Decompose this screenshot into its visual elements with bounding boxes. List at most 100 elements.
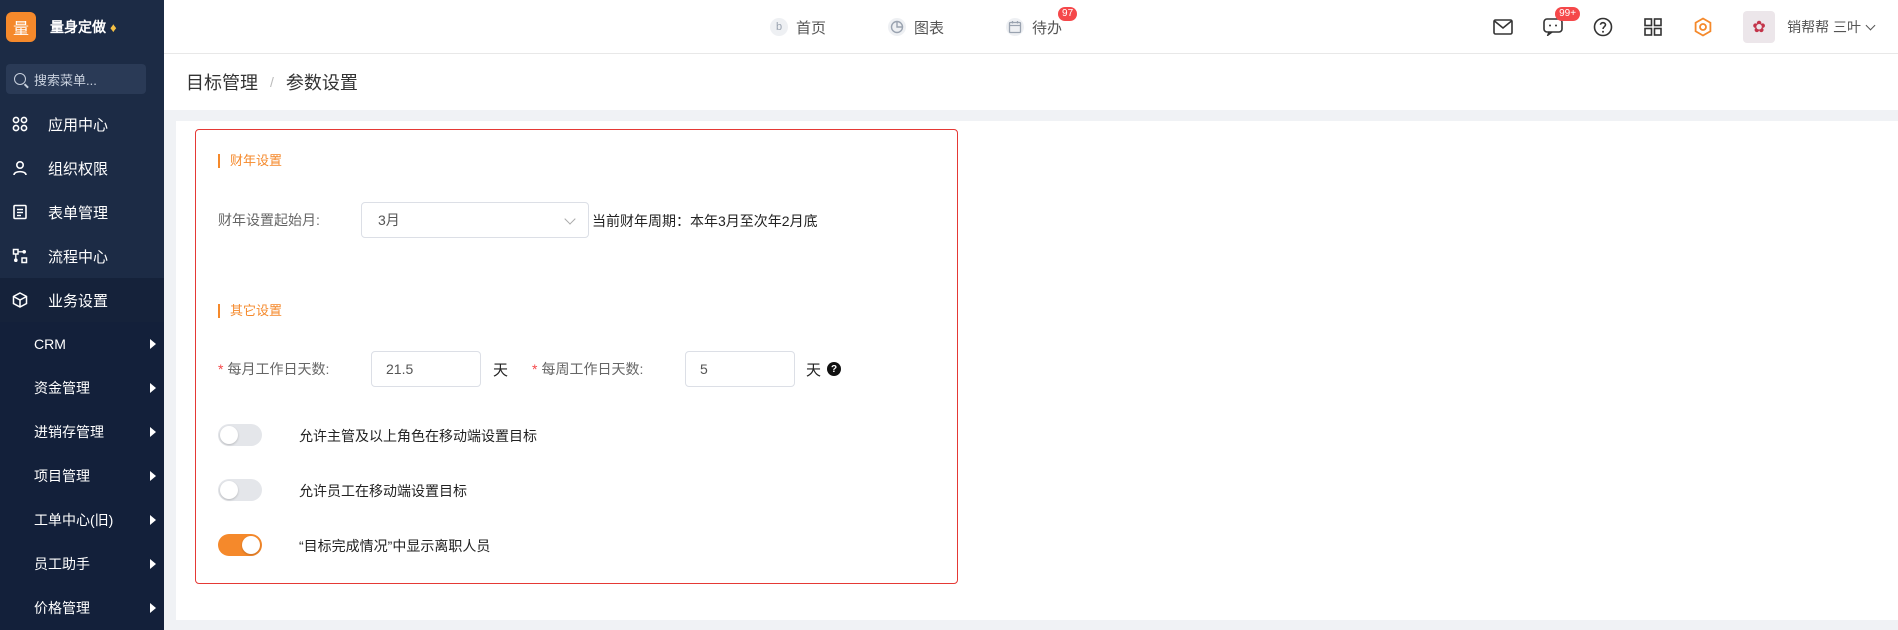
- todo-badge: 97: [1058, 6, 1078, 21]
- nav-home[interactable]: b 首页: [770, 17, 826, 38]
- message-badge: 99+: [1555, 7, 1581, 21]
- chevron-down-icon[interactable]: [1865, 20, 1876, 30]
- toggle-knob: [220, 481, 238, 499]
- caret-right-icon: [150, 339, 156, 349]
- submenu-label: CRM: [34, 336, 66, 352]
- search-input[interactable]: 搜索菜单...: [6, 64, 146, 94]
- flow-icon: [12, 248, 28, 264]
- monthly-unit: 天: [493, 362, 509, 379]
- toggle-knob: [242, 536, 260, 554]
- caret-right-icon: [150, 603, 156, 613]
- submenu-label: 项目管理: [34, 468, 90, 484]
- user-name[interactable]: 销帮帮 三叶: [1787, 17, 1861, 37]
- diamond-icon: ♦: [110, 19, 117, 35]
- submenu-item-funds[interactable]: 资金管理: [0, 366, 164, 410]
- top-right-tools: 99+ ✿ 销帮帮 三叶: [1463, 0, 1876, 54]
- caret-right-icon: [150, 471, 156, 481]
- monthly-workdays-text: 每月工作日天数:: [227, 361, 330, 377]
- cube-icon: [12, 292, 28, 308]
- weekly-workdays-label: * 每周工作日天数:: [532, 359, 643, 379]
- settings-panel: 财年设置 财年设置起始月: 3月 当前财年周期：本年3月至次年2月底 其它设置 …: [195, 129, 958, 584]
- caret-right-icon: [150, 515, 156, 525]
- sidebar-item-flow[interactable]: 流程中心: [0, 234, 164, 278]
- sidebar-item-business[interactable]: 业务设置: [0, 278, 164, 322]
- search-placeholder: 搜索菜单...: [34, 72, 97, 88]
- sidebar-item-org[interactable]: 组织权限: [0, 146, 164, 190]
- input-value: 5: [700, 361, 708, 377]
- caret-right-icon: [150, 559, 156, 569]
- submenu-item-projects[interactable]: 项目管理: [0, 454, 164, 498]
- toggle-employee-mobile[interactable]: [218, 479, 262, 501]
- grid-icon[interactable]: [1643, 17, 1663, 37]
- toggle-manager-mobile[interactable]: [218, 424, 262, 446]
- monthly-workdays-label: * 每月工作日天数:: [218, 359, 329, 379]
- brand-logo: 量: [6, 12, 36, 42]
- submenu-item-tickets[interactable]: 工单中心(旧): [0, 498, 164, 542]
- caret-right-icon: [150, 427, 156, 437]
- mail-icon[interactable]: [1493, 17, 1513, 37]
- sidebar: 量 量身定做 ♦ 搜索菜单... 应用中心 组织权限 表单管理 流程中心 业务设…: [0, 0, 164, 630]
- weekly-workdays-text: 每周工作日天数:: [541, 361, 644, 377]
- top-nav: b 首页 图表 待办 97: [770, 0, 1124, 54]
- other-section-title: 其它设置: [218, 304, 282, 318]
- caret-right-icon: [150, 383, 156, 393]
- toggle-manager-mobile-label: 允许主管及以上角色在移动端设置目标: [299, 428, 537, 444]
- pie-chart-icon: [888, 18, 907, 36]
- home-icon: b: [770, 18, 788, 36]
- sidebar-item-label: 流程中心: [48, 248, 109, 266]
- submenu-item-inventory[interactable]: 进销存管理: [0, 410, 164, 454]
- sidebar-item-apps[interactable]: 应用中心: [0, 102, 164, 146]
- breadcrumb-current: 参数设置: [285, 73, 358, 93]
- submenu-item-crm[interactable]: CRM: [0, 322, 164, 366]
- message-icon[interactable]: 99+: [1543, 7, 1581, 37]
- chevron-down-icon: [564, 213, 576, 225]
- sidebar-item-label: 业务设置: [48, 292, 109, 310]
- nav-chart[interactable]: 图表: [888, 17, 944, 38]
- fiscal-period-text: 当前财年周期：本年3月至次年2月底: [592, 213, 818, 229]
- fiscal-start-month-select[interactable]: 3月: [361, 202, 589, 238]
- sidebar-item-label: 组织权限: [48, 160, 109, 178]
- form-icon: [12, 204, 28, 220]
- breadcrumb-parent[interactable]: 目标管理: [186, 69, 258, 95]
- fiscal-section-title: 财年设置: [218, 154, 282, 168]
- user-icon: [12, 160, 28, 176]
- business-submenu: CRM 资金管理 进销存管理 项目管理 工单中心(旧) 员工助手 价格管理: [0, 322, 164, 630]
- calendar-icon: [1006, 18, 1025, 36]
- help-icon[interactable]: ?: [827, 362, 841, 376]
- main-content: 财年设置 财年设置起始月: 3月 当前财年周期：本年3月至次年2月底 其它设置 …: [176, 121, 1898, 620]
- nav-todo[interactable]: 待办 97: [1006, 6, 1078, 38]
- submenu-label: 工单中心(旧): [34, 512, 114, 528]
- monthly-workdays-input[interactable]: 21.5: [371, 351, 481, 387]
- brand[interactable]: 量 量身定做 ♦: [0, 0, 164, 54]
- submenu-item-assistant[interactable]: 员工助手: [0, 542, 164, 586]
- toggle-show-resigned[interactable]: [218, 534, 262, 556]
- required-mark: *: [218, 361, 224, 377]
- top-bar: b 首页 图表 待办 97 99+ ✿ 销帮帮 三叶: [164, 0, 1898, 54]
- fiscal-start-label: 财年设置起始月:: [218, 212, 320, 228]
- input-value: 21.5: [386, 361, 414, 377]
- settings-gear-icon[interactable]: [1693, 17, 1713, 37]
- nav-todo-label: 待办: [1032, 19, 1063, 37]
- breadcrumb-separator: /: [270, 74, 274, 90]
- weekly-unit: 天: [806, 362, 822, 379]
- select-value: 3月: [378, 212, 400, 228]
- brand-name: 量身定做: [50, 19, 106, 35]
- submenu-item-pricing[interactable]: 价格管理: [0, 586, 164, 630]
- search-icon: [14, 73, 26, 85]
- toggle-knob: [220, 426, 238, 444]
- apps-icon: [12, 116, 28, 132]
- help-circle-icon[interactable]: [1593, 17, 1613, 37]
- sidebar-item-forms[interactable]: 表单管理: [0, 190, 164, 234]
- submenu-label: 进销存管理: [34, 424, 104, 440]
- toggle-employee-mobile-label: 允许员工在移动端设置目标: [299, 483, 467, 499]
- toggle-show-resigned-label: “目标完成情况”中显示离职人员: [299, 538, 491, 554]
- breadcrumb: 目标管理 / 参数设置: [164, 54, 1898, 110]
- avatar[interactable]: ✿: [1743, 11, 1776, 43]
- nav-chart-label: 图表: [914, 19, 945, 37]
- submenu-label: 资金管理: [34, 380, 90, 396]
- nav-home-label: 首页: [796, 19, 827, 37]
- sidebar-item-label: 表单管理: [48, 204, 109, 222]
- sidebar-item-label: 应用中心: [48, 116, 109, 134]
- submenu-label: 员工助手: [34, 556, 90, 572]
- weekly-workdays-input[interactable]: 5: [685, 351, 795, 387]
